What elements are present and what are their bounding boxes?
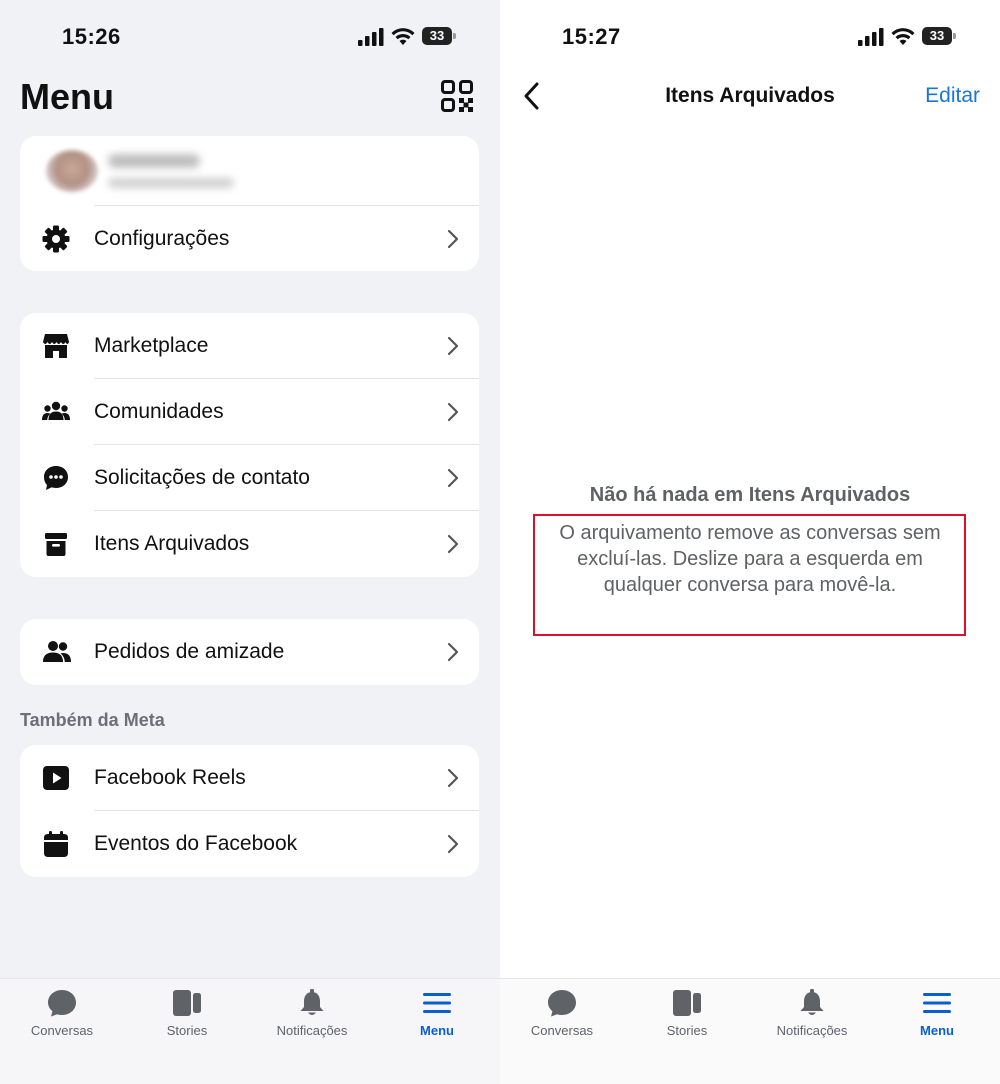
battery-level: 33 (422, 27, 452, 45)
stories-icon (673, 990, 701, 1016)
cellular-signal-icon (858, 28, 884, 46)
chevron-right-icon (447, 229, 459, 249)
menu-item-label: Facebook Reels (94, 766, 246, 789)
tab-label: Conversas (30, 1023, 94, 1038)
status-time: 15:26 (62, 24, 121, 49)
tab-conversas[interactable]: Conversas (512, 989, 612, 1049)
bell-icon (300, 989, 324, 1015)
tab-notificacoes[interactable]: Notificações (762, 989, 862, 1049)
tab-label: Menu (920, 1023, 954, 1038)
page-title: Menu (20, 76, 114, 117)
chat-bubble-icon (48, 990, 76, 1017)
chevron-right-icon (447, 642, 459, 662)
menu-item-label: Eventos do Facebook (94, 832, 298, 855)
menu-item-itens-arquivados[interactable]: Itens Arquivados (20, 511, 479, 577)
edit-button[interactable]: Editar (925, 84, 980, 108)
chevron-right-icon (447, 534, 459, 554)
empty-state-title: Não há nada em Itens Arquivados (589, 484, 911, 506)
menu-item-solicitacoes[interactable]: Solicitações de contato (20, 445, 479, 511)
menu-item-marketplace[interactable]: Marketplace (20, 313, 479, 379)
profile-row[interactable] (20, 136, 479, 206)
chevron-right-icon (447, 402, 459, 422)
cellular-signal-icon (358, 28, 384, 46)
empty-state-description: O arquivamento remove as conversas sem e… (559, 522, 941, 596)
menu-item-label: Comunidades (94, 400, 224, 423)
tab-bar: Conversas Stories Notificações Menu (0, 978, 500, 1084)
battery-icon: 33 (422, 27, 456, 45)
chevron-right-icon (447, 834, 459, 854)
menu-item-label: Itens Arquivados (94, 532, 250, 555)
status-bar: 15:26 33 (0, 0, 500, 70)
play-square-icon (43, 766, 69, 790)
menu-item-pedidos-de-amizade[interactable]: Pedidos de amizade (20, 619, 479, 685)
settings-label: Configurações (94, 227, 230, 250)
status-time: 15:27 (562, 24, 621, 49)
tab-conversas[interactable]: Conversas (12, 989, 112, 1049)
tab-label: Notificações (776, 1023, 848, 1038)
calendar-icon (44, 831, 68, 857)
stories-icon (173, 990, 201, 1016)
archive-box-icon (45, 533, 67, 556)
tab-stories[interactable]: Stories (137, 989, 237, 1049)
chat-bubble-icon (44, 466, 68, 490)
battery-icon: 33 (922, 27, 956, 45)
menu-item-label: Pedidos de amizade (94, 640, 285, 663)
chevron-right-icon (447, 468, 459, 488)
hamburger-icon (423, 993, 451, 1013)
tab-label: Stories (166, 1023, 208, 1038)
tab-bar: Conversas Stories Notificações Menu (500, 978, 1000, 1084)
tab-notificacoes[interactable]: Notificações (262, 989, 362, 1049)
store-icon (43, 334, 69, 358)
menu-item-facebook-reels[interactable]: Facebook Reels (20, 745, 479, 811)
tab-stories[interactable]: Stories (637, 989, 737, 1049)
menu-group-card: Marketplace Comunidades Solicitações de … (20, 313, 479, 577)
bell-icon (800, 989, 824, 1015)
hamburger-icon (923, 993, 951, 1013)
tab-label: Menu (420, 1023, 454, 1038)
section-label: Também da Meta (20, 710, 165, 730)
gear-icon (42, 225, 70, 253)
menu-item-label: Marketplace (94, 334, 209, 357)
tab-menu[interactable]: Menu (887, 989, 987, 1049)
chevron-right-icon (447, 336, 459, 356)
friend-requests-card: Pedidos de amizade (20, 619, 479, 685)
status-bar: 15:27 33 (500, 0, 1000, 70)
profile-card: Configurações (20, 136, 479, 271)
tab-label: Conversas (530, 1023, 594, 1038)
people-group-icon (42, 401, 70, 420)
tab-label: Stories (666, 1023, 708, 1038)
meta-apps-card: Facebook Reels Eventos do Facebook (20, 745, 479, 877)
wifi-icon (391, 28, 415, 45)
profile-subtitle-redacted (108, 178, 234, 188)
qr-code-icon[interactable] (441, 80, 473, 112)
menu-item-label: Solicitações de contato (94, 466, 310, 489)
profile-name-redacted (108, 154, 200, 168)
battery-level: 33 (922, 27, 952, 45)
menu-screen: 15:26 33 Menu Configurações Marketplace … (0, 0, 500, 1084)
tab-label: Notificações (276, 1023, 348, 1038)
chat-bubble-icon (548, 990, 576, 1017)
friends-icon (43, 641, 71, 662)
menu-item-comunidades[interactable]: Comunidades (20, 379, 479, 445)
wifi-icon (891, 28, 915, 45)
menu-item-eventos-do-facebook[interactable]: Eventos do Facebook (20, 811, 479, 877)
chevron-right-icon (447, 768, 459, 788)
tab-menu[interactable]: Menu (387, 989, 487, 1049)
avatar (46, 150, 98, 192)
settings-item[interactable]: Configurações (20, 206, 479, 272)
archived-items-screen: 15:27 33 Itens Arquivados Editar Não há … (500, 0, 1000, 1084)
